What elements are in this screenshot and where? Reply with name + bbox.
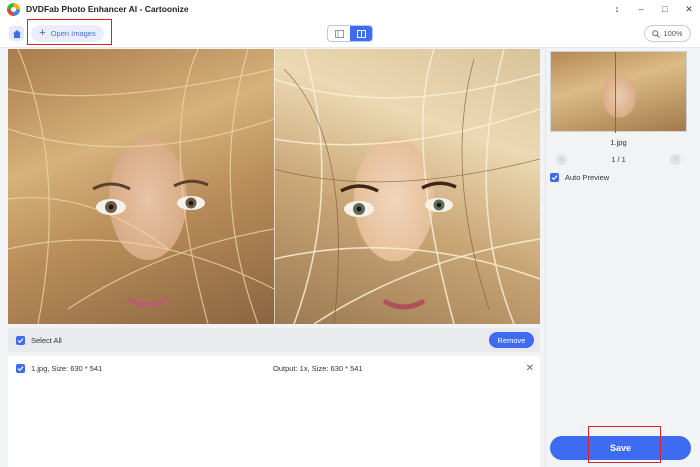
checkmark-icon <box>551 175 558 181</box>
pager: ‹ 1 / 1 › <box>556 152 681 166</box>
annotation-highlight-open <box>27 19 112 45</box>
minimize-button[interactable]: – <box>636 4 646 14</box>
app-logo-icon <box>7 2 20 16</box>
home-button[interactable] <box>9 26 24 41</box>
cartoonized-photo-strands <box>274 49 540 324</box>
auto-preview-option[interactable]: Auto Preview <box>550 173 609 182</box>
split-view-icon <box>356 29 366 38</box>
checkmark-icon <box>17 365 24 371</box>
select-all-label: Select All <box>31 335 62 345</box>
prev-page-button[interactable]: ‹ <box>556 153 567 165</box>
split-view-button[interactable] <box>350 26 372 41</box>
checkmark-icon <box>17 337 24 343</box>
toolbar: + Open Images 100% <box>0 18 700 48</box>
file-row-checkbox[interactable] <box>16 363 25 373</box>
thumbnail-image[interactable] <box>550 51 687 133</box>
auto-preview-label: Auto Preview <box>565 173 610 182</box>
original-photo-strands <box>8 49 274 324</box>
maximize-button[interactable]: □ <box>660 4 670 14</box>
thumbnail-filename: 1.jpg <box>610 138 627 147</box>
next-page-button[interactable]: › <box>670 153 681 165</box>
file-name: 1.jpg, Size: 630 * 541 <box>31 363 103 373</box>
preview-sidebar: 1.jpg ‹ 1 / 1 › Auto Preview Save <box>545 49 700 467</box>
file-row[interactable]: 1.jpg, Size: 630 * 541 Output: 1x, Size:… <box>8 356 540 380</box>
view-mode-toggle <box>327 25 373 42</box>
single-view-button[interactable] <box>328 26 350 41</box>
auto-preview-checkbox[interactable] <box>550 173 559 182</box>
annotation-highlight-save <box>588 426 661 463</box>
compare-divider[interactable] <box>274 49 275 324</box>
close-button[interactable]: ✕ <box>684 4 694 15</box>
original-photo <box>8 49 274 324</box>
zoom-value: 100% <box>663 29 683 38</box>
home-icon <box>12 29 21 38</box>
single-view-icon <box>334 29 344 38</box>
preview-canvas[interactable] <box>8 49 540 324</box>
file-output: Output: 1x, Size: 630 * 541 <box>273 363 363 373</box>
title-bar: DVDFab Photo Enhancer AI - Cartoonize ↕ … <box>0 0 700 18</box>
thumbnail-split-marker <box>615 52 616 133</box>
app-window: DVDFab Photo Enhancer AI - Cartoonize ↕ … <box>0 0 700 467</box>
remove-file-icon[interactable]: ✕ <box>526 363 534 374</box>
file-list-header: Select All Remove <box>8 328 540 352</box>
remove-button[interactable]: Remove <box>489 332 534 348</box>
pin-icon[interactable]: ↕ <box>612 4 622 14</box>
file-list-empty-area <box>8 380 540 467</box>
select-all-checkbox[interactable] <box>16 335 25 345</box>
page-indicator: 1 / 1 <box>611 154 626 164</box>
cartoonized-photo <box>274 49 540 324</box>
zoom-control[interactable]: 100% <box>644 25 691 42</box>
window-title: DVDFab Photo Enhancer AI - Cartoonize <box>26 4 189 14</box>
window-controls: ↕ – □ ✕ <box>612 0 694 18</box>
zoom-icon <box>652 29 661 38</box>
